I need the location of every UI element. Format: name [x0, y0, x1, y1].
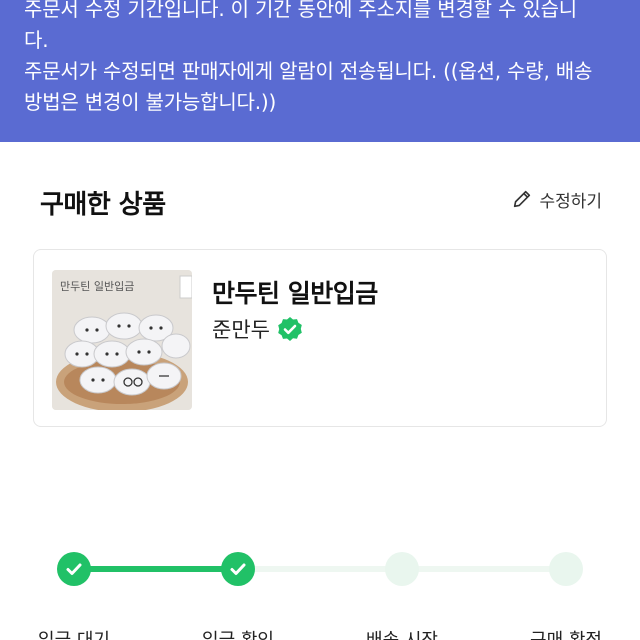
step-deposit-confirmed-indicator — [221, 552, 255, 586]
step-deposit-waiting-indicator — [57, 552, 91, 586]
step-shipping-started-indicator — [385, 552, 419, 586]
edit-button[interactable]: 수정하기 — [511, 186, 602, 212]
verified-badge-icon — [278, 317, 302, 341]
purchased-section-title: 구매한 상품 — [40, 190, 166, 220]
notice-line-4: 방법은 변경이 불가능합니다.)) — [24, 90, 277, 114]
notice-line-1: 주문서 수정 기간입니다. 이 기간 동안에 주소지를 변경할 수 있습니 — [24, 0, 577, 21]
notice-line-3: 주문서가 수정되면 판매자에게 알람이 전송됩니다. ((옵션, 수량, 배송 — [24, 59, 593, 83]
seller-info[interactable]: 준만두 — [212, 314, 304, 344]
step-label-shipping-started: 배송 시작 — [342, 626, 462, 640]
seller-name: 준만두 — [212, 318, 270, 342]
product-card[interactable]: 만두틴 일반입금 만두틴 일반입금 준만두 — [33, 249, 607, 427]
step-label-purchase-confirmed: 구매 확정 — [506, 626, 626, 640]
progress-fill — [74, 566, 238, 572]
step-label-deposit-confirmed: 입금 확인 — [178, 626, 298, 640]
notice-line-2: 다. — [24, 28, 49, 52]
notice-banner: 주문서 수정 기간입니다. 이 기간 동안에 주소지를 변경할 수 있습니 다.… — [0, 0, 640, 142]
edit-button-label: 수정하기 — [539, 191, 602, 212]
check-icon — [66, 563, 82, 575]
product-image-caption: 만두틴 일반입금 — [60, 279, 134, 293]
check-icon — [230, 563, 246, 575]
product-name: 만두틴 일반입금 — [212, 279, 378, 308]
pencil-icon — [514, 190, 531, 208]
product-image: 만두틴 일반입금 — [52, 270, 192, 410]
step-purchase-confirmed-indicator — [549, 552, 583, 586]
order-progress: 입금 대기 입금 확인 배송 시작 구매 확정 — [0, 540, 640, 640]
step-label-deposit-waiting: 입금 대기 — [14, 626, 134, 640]
